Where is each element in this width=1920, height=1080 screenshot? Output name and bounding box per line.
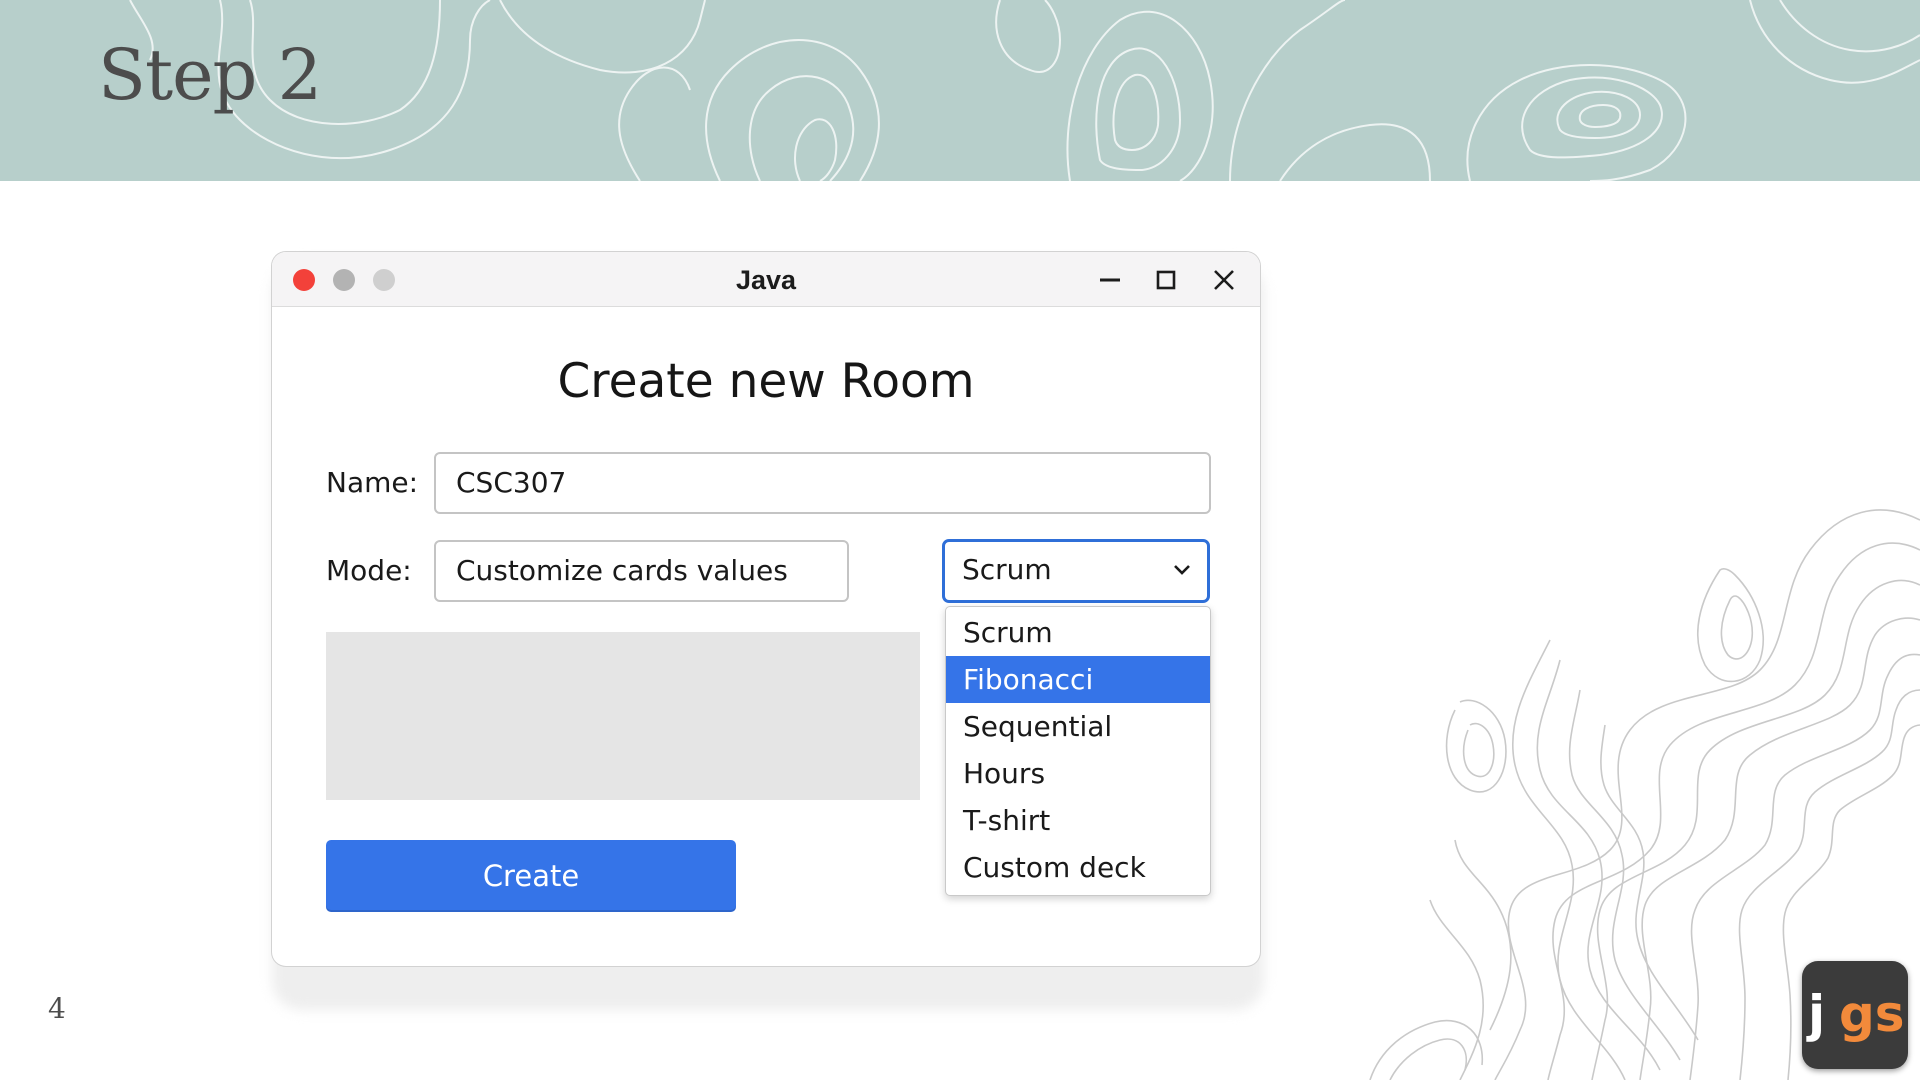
mode-label: Mode: (326, 554, 412, 587)
logo-j-text: j (1808, 985, 1826, 1043)
chevron-down-icon (1174, 565, 1190, 575)
dropdown-option-tshirt[interactable]: T-shirt (946, 797, 1210, 844)
dropdown-option-sequential[interactable]: Sequential (946, 703, 1210, 750)
maximize-icon[interactable] (1150, 264, 1182, 296)
card-values-area (326, 632, 920, 800)
dropdown-option-scrum[interactable]: Scrum (946, 609, 1210, 656)
deck-select[interactable]: Scrum (942, 539, 1210, 603)
deck-select-value: Scrum (962, 553, 1052, 586)
slide-header: Step 2 (0, 0, 1920, 181)
logo-gs-text: gs (1839, 985, 1905, 1043)
page-number: 4 (48, 992, 66, 1025)
name-input[interactable]: CSC307 (434, 452, 1211, 514)
form-heading: Create new Room (557, 354, 975, 409)
close-icon[interactable] (1208, 264, 1240, 296)
deck-dropdown-list: Scrum Fibonacci Sequential Hours T-shirt… (945, 606, 1211, 896)
minimize-icon[interactable] (1094, 264, 1126, 296)
dropdown-option-custom-deck[interactable]: Custom deck (946, 844, 1210, 891)
create-button[interactable]: Create (326, 840, 736, 912)
mode-field[interactable]: Customize cards values (434, 540, 849, 602)
slide-title: Step 2 (98, 34, 322, 116)
dropdown-option-hours[interactable]: Hours (946, 750, 1210, 797)
jgs-logo: j gs (1802, 961, 1908, 1069)
window-titlebar[interactable]: Java (272, 252, 1260, 307)
dropdown-option-fibonacci[interactable]: Fibonacci (946, 656, 1210, 703)
name-label: Name: (326, 466, 419, 499)
